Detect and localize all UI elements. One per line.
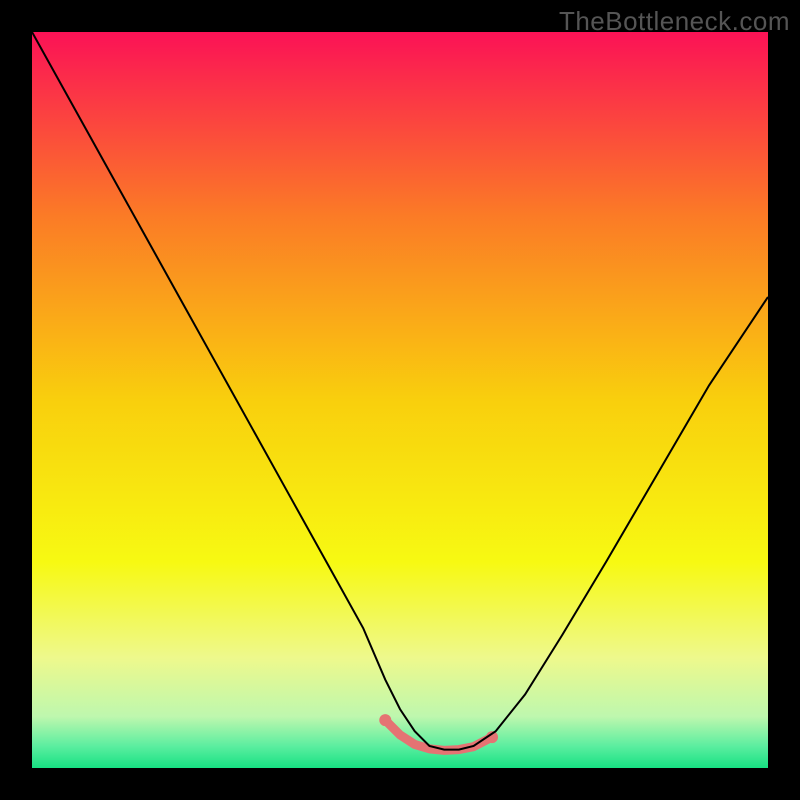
- plot-area: [32, 32, 768, 768]
- chart-svg: [32, 32, 768, 768]
- gradient-rect: [32, 32, 768, 768]
- bottom-segment-start-dot: [379, 714, 391, 726]
- chart-frame: TheBottleneck.com: [0, 0, 800, 800]
